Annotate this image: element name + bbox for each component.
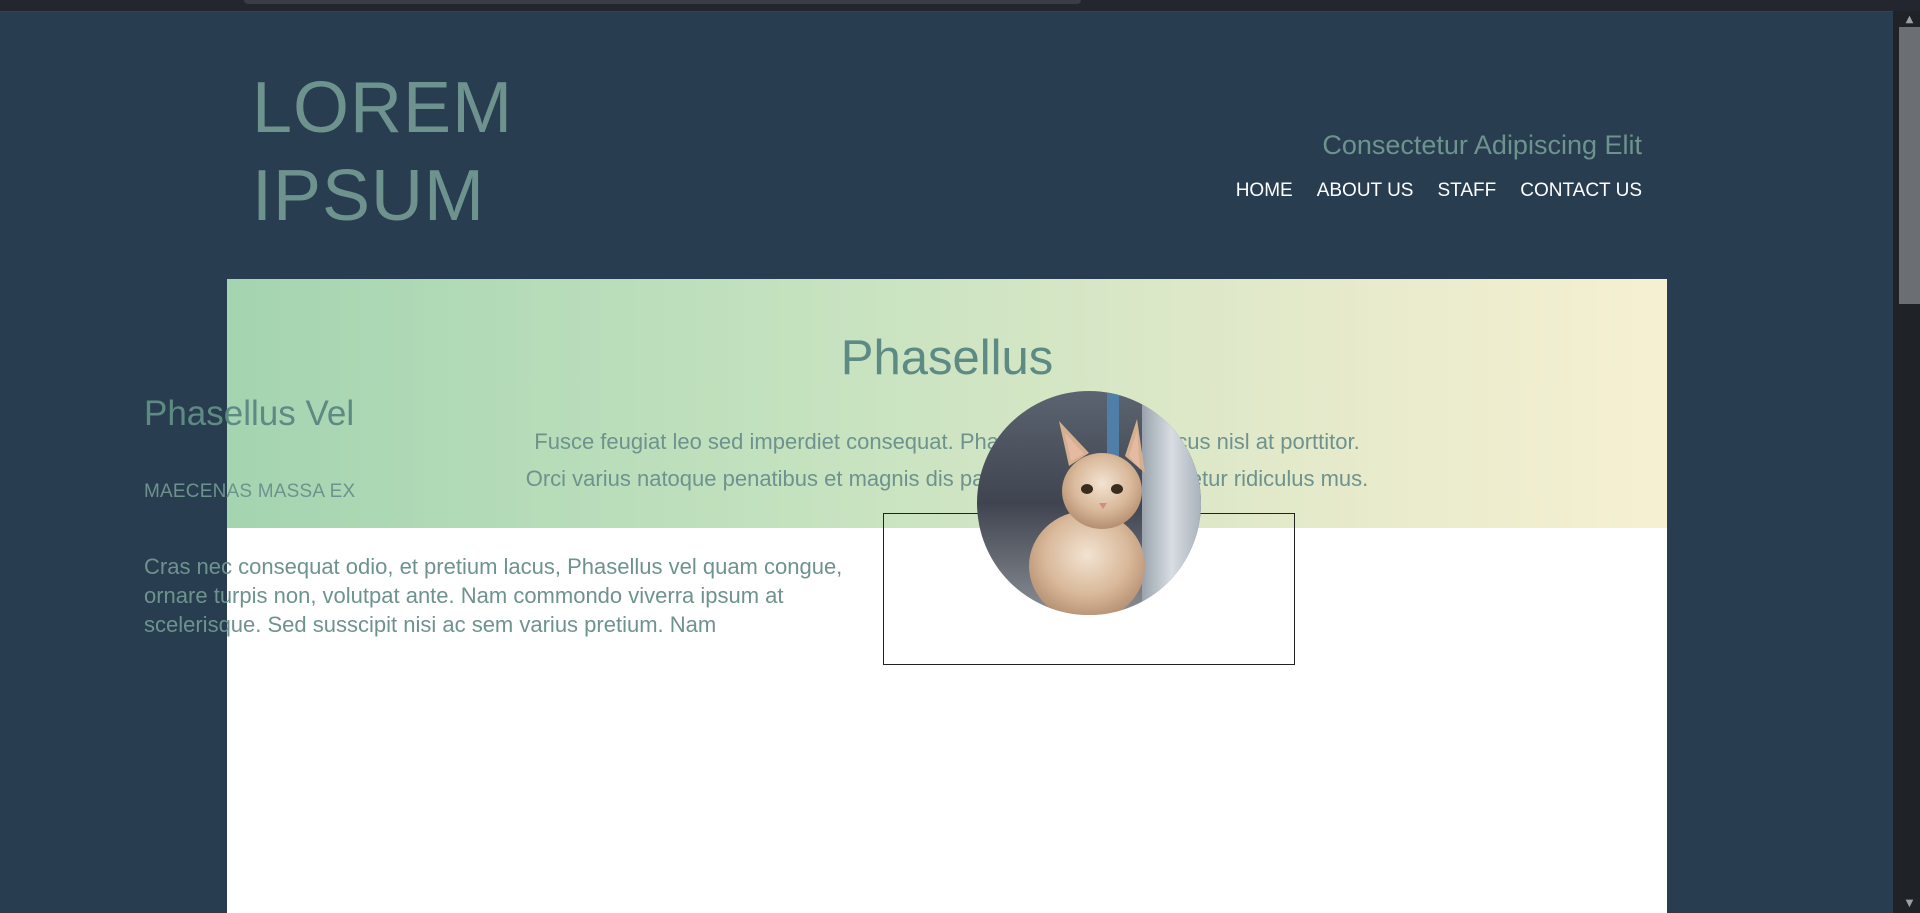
nav-about-us[interactable]: ABOUT US [1317, 180, 1414, 202]
hero-title: Phasellus [840, 331, 1054, 385]
logo-line1: LOREM [252, 68, 514, 148]
site-logo[interactable]: LOREM IPSUM [252, 64, 513, 240]
scroll-thumb[interactable] [1899, 27, 1920, 304]
section-subtitle: MAECENAS MASSA EX [144, 481, 356, 502]
browser-top-strip [0, 0, 1920, 12]
logo-line2: IPSUM [252, 156, 486, 236]
main-nav: HOME ABOUT US STAFF CONTACT US [1236, 180, 1642, 202]
kitten-image [977, 391, 1201, 615]
kitten-avatar [977, 391, 1201, 615]
site-tagline: Consectetur Adipiscing Elit [1322, 130, 1642, 160]
nav-staff[interactable]: STAFF [1437, 180, 1496, 202]
chevron-down-icon[interactable]: ▼ [1899, 897, 1920, 911]
chevron-up-icon[interactable]: ▲ [1899, 13, 1920, 27]
scrollbar[interactable]: ▲ ▼ [1893, 11, 1920, 913]
section-title: Phasellus Vel [144, 394, 355, 433]
tab-shadow [244, 0, 1081, 4]
nav-home[interactable]: HOME [1236, 180, 1293, 202]
content-section: Phasellus Vel MAECENAS MASSA EX Cras nec… [144, 393, 864, 639]
nav-contact-us[interactable]: CONTACT US [1520, 180, 1642, 202]
section-body: Cras nec consequat odio, et pretium lacu… [144, 554, 843, 637]
